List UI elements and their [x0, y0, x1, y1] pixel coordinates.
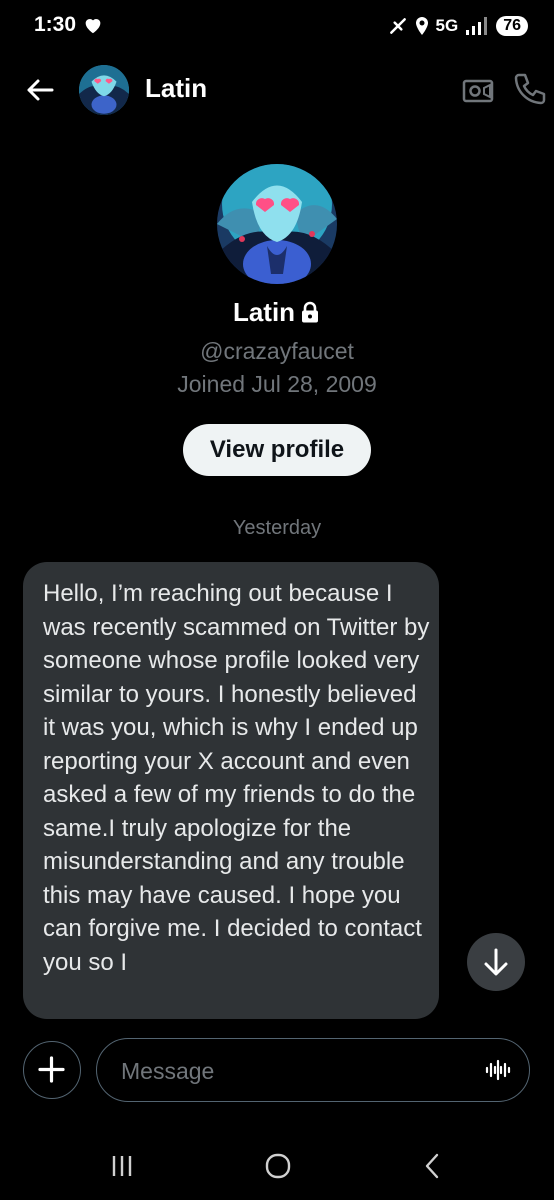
network-type: 5G [435, 16, 459, 35]
status-bar: 1:30 5G 76 [0, 0, 554, 52]
message-composer [96, 1038, 530, 1102]
message-input[interactable] [119, 1053, 463, 1089]
add-attachment-button[interactable] [23, 1041, 81, 1099]
scroll-to-bottom-button[interactable] [467, 933, 525, 991]
header-title[interactable]: Latin [145, 73, 207, 104]
message-bubble[interactable]: Hello, I’m reaching out because I was re… [23, 562, 439, 1019]
battery-level: 76 [496, 16, 528, 36]
home-icon[interactable] [263, 1151, 293, 1181]
lock-icon [302, 301, 319, 323]
profile-name: Latin [0, 297, 554, 328]
plus-icon [38, 1056, 65, 1083]
status-time: 1:30 [34, 13, 77, 36]
data-saver-icon [389, 18, 406, 34]
video-call-icon[interactable] [460, 72, 496, 108]
phone-icon[interactable] [510, 70, 548, 108]
voice-icon[interactable] [485, 1057, 511, 1083]
profile-joined-date: Joined Jul 28, 2009 [177, 371, 377, 397]
heart-icon [85, 19, 101, 34]
profile-name-text: Latin [232, 297, 296, 327]
back-arrow-icon[interactable] [22, 72, 58, 108]
status-indicators: 5G 76 [388, 12, 528, 40]
message-text: Hello, I’m reaching out because I was re… [43, 580, 430, 976]
location-icon [415, 17, 428, 35]
back-icon[interactable] [418, 1151, 448, 1181]
arrow-down-icon [484, 948, 508, 976]
view-profile-button[interactable]: View profile [183, 424, 371, 476]
recent-apps-icon[interactable] [108, 1152, 136, 1180]
signal-icon [466, 17, 488, 35]
profile-avatar[interactable] [217, 164, 337, 284]
profile-handle: @crazayfaucet [200, 338, 354, 364]
date-separator: Yesterday [232, 517, 322, 539]
header-avatar[interactable] [79, 65, 129, 115]
